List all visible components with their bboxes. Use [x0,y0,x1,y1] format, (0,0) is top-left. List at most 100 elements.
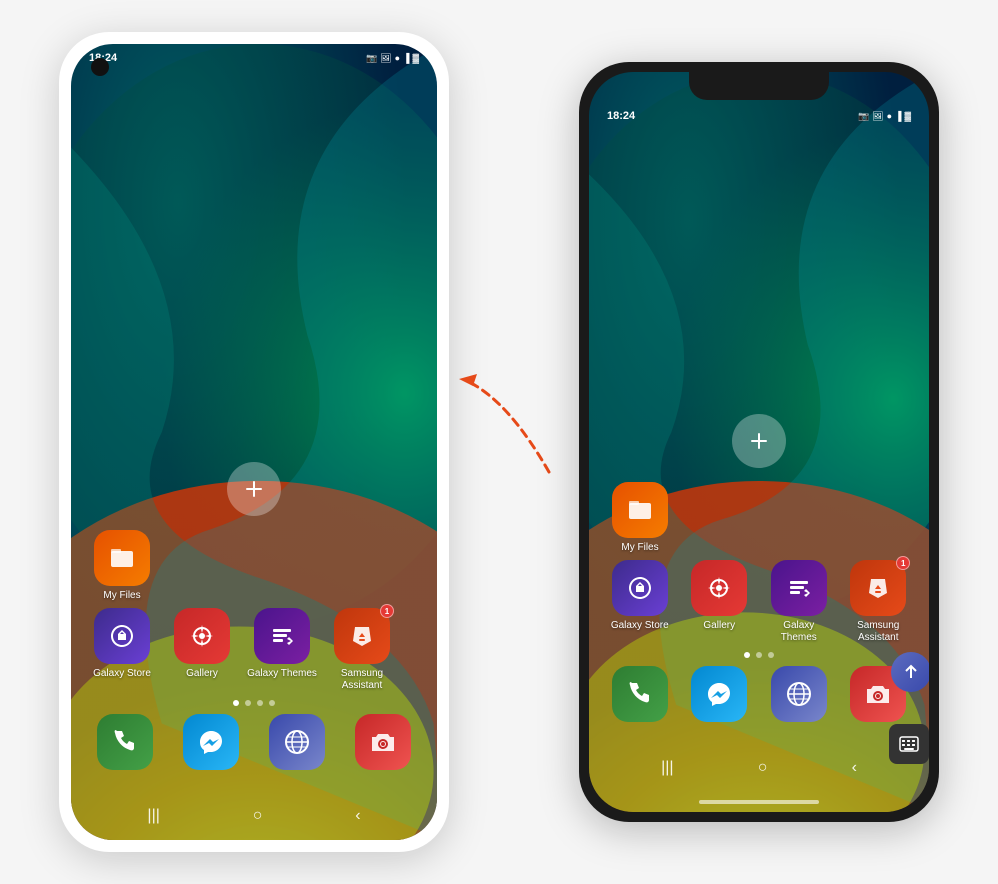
phone1-galaxy-themes-icon [254,608,310,664]
phone2-app-my-files[interactable]: My Files [605,482,675,554]
keyboard-icon [899,736,919,752]
phone1-nav-bar: ||| ○ ‹ [71,792,437,840]
phone2-device: 18:24 📷 🖼 ● ▐ ▓ [579,62,939,822]
internet-svg [282,727,312,757]
scroll-nav-button[interactable] [891,652,929,692]
phone1-app-galaxy-store[interactable]: Galaxy Store [87,608,157,692]
punch-hole-camera [91,58,109,76]
dot-2 [245,700,251,706]
keyboard-overlay[interactable] [889,724,929,764]
phone1-nav-recents[interactable]: ||| [147,807,159,825]
phone2-app-galaxy-store[interactable]: Galaxy Store [605,560,675,644]
dot-1 [233,700,239,706]
p2-plus-icon [747,429,771,453]
phone2-widget-button[interactable] [732,414,786,468]
phone1-app-galaxy-themes[interactable]: Galaxy Themes [247,608,317,692]
phone2-screen: 18:24 📷 🖼 ● ▐ ▓ [589,72,929,812]
phone1-dock [87,714,421,774]
phone1-app-samsung-assistant[interactable]: 1 Samsung Assistant [327,608,397,692]
phone1-app-row1: My Files [87,530,421,602]
phone1-nav-back[interactable]: ‹ [355,807,360,825]
p2-my-files-svg [625,495,655,525]
phone1-app-camera[interactable] [348,714,418,774]
phone1-battery-icon: ▓ [412,53,419,63]
phone1-app-messenger[interactable] [176,714,246,774]
p2-messenger-svg [704,679,734,709]
phone1-status-bar: 18:24 📷 🖼 ● ▐ ▓ [71,44,437,72]
p2-phone-svg [625,679,655,709]
p2-camera-svg [863,679,893,709]
phone1-galaxy-store-icon [94,608,150,664]
gallery-svg [187,621,217,651]
phone2-app-internet[interactable] [764,666,834,726]
phone2-dots [605,652,913,658]
phone2-app-messenger[interactable] [685,666,755,726]
phone1-app-internet[interactable] [262,714,332,774]
phone1-my-files-icon [94,530,150,586]
phone-svg [110,727,140,757]
phone2-status-bar: 18:24 📷 🖼 ● ▐ ▓ [589,102,929,130]
phone1-dots [87,700,421,706]
dashed-arrow [449,342,579,542]
phone2-app-row2: Galaxy Store [605,560,913,644]
phone1-app-gallery[interactable]: Gallery [167,608,237,692]
phone1-add-widget [87,462,421,516]
phone1-gallery-icon: 🖼 [380,53,391,64]
phone2-nav-recents[interactable]: ||| [661,759,673,777]
phone2-app-phone[interactable] [605,666,675,726]
phone1-gallery-icon [174,608,230,664]
phone1-samsung-assistant-icon: 1 [334,608,390,664]
phone2-gallery-icon [691,560,747,616]
p2-galaxy-store-svg [625,573,655,603]
phone1-nav-home[interactable]: ○ [253,807,263,825]
phone1-status-icons: 📷 🖼 ● ▐ ▓ [366,53,419,64]
phone1-internet-icon [269,714,325,770]
phone2-phone-icon [612,666,668,722]
phone2-galaxy-store-icon [612,560,668,616]
phone1-samsung-assistant-label: Samsung Assistant [327,668,397,692]
phone2-nav-home[interactable]: ○ [758,759,768,777]
phone2-nav-back[interactable]: ‹ [852,759,857,777]
p2-samsung-assistant-svg [863,573,893,603]
phone2-app-row1: My Files [605,482,913,554]
phone1-app-phone[interactable] [90,714,160,774]
p2-dot-2 [756,652,762,658]
phone1-gallery-label: Gallery [186,668,218,680]
phone1-wifi-icon: ● [395,53,400,63]
phone2-galaxy-themes-icon [771,560,827,616]
phone1-widget-button[interactable] [227,462,281,516]
phone2-samsung-assistant-icon: 1 [850,560,906,616]
phone2-app-galaxy-themes[interactable]: Galaxy Themes [764,560,834,644]
phone2-app-samsung-assistant[interactable]: 1 Samsung Assistant [844,560,914,644]
phone1-camera-icon [355,714,411,770]
dot-4 [269,700,275,706]
phone1-signal-icon: ▐ [403,53,409,63]
phone2-gallery-label: Gallery [703,620,735,632]
phone2-nav-bar: ||| ○ ‹ [589,744,929,792]
samsung-assistant-svg [347,621,377,651]
phone1-galaxy-themes-label: Galaxy Themes [247,668,317,680]
phone1-app-area: My Files Galaxy Store [71,452,437,840]
phone2-badge: 1 [896,556,910,570]
p2-battery-icon: ▓ [904,111,911,121]
phone1-device: 18:24 📷 🖼 ● ▐ ▓ [59,32,449,852]
galaxy-themes-svg [267,621,297,651]
p2-galaxy-themes-svg [784,573,814,603]
phone2-home-bar [699,800,819,804]
phone2-status-icons: 📷 🖼 ● ▐ ▓ [858,111,911,122]
phone2-internet-icon [771,666,827,722]
phone1-app-my-files[interactable]: My Files [87,530,157,602]
phone2-my-files-icon [612,482,668,538]
p2-camera-icon: 📷 [858,111,869,122]
messenger-svg [196,727,226,757]
phone2-app-gallery[interactable]: Gallery [685,560,755,644]
phone1-badge: 1 [380,604,394,618]
phone2-time: 18:24 [607,110,635,122]
phone2-notch [689,72,829,100]
phone2-samsung-assistant-label: Samsung Assistant [844,620,914,644]
phone2-dock [605,666,913,726]
phone2-my-files-label: My Files [621,542,658,554]
p2-wifi-icon: ● [887,111,892,121]
phone2-galaxy-themes-label: Galaxy Themes [764,620,834,644]
p2-internet-svg [784,679,814,709]
